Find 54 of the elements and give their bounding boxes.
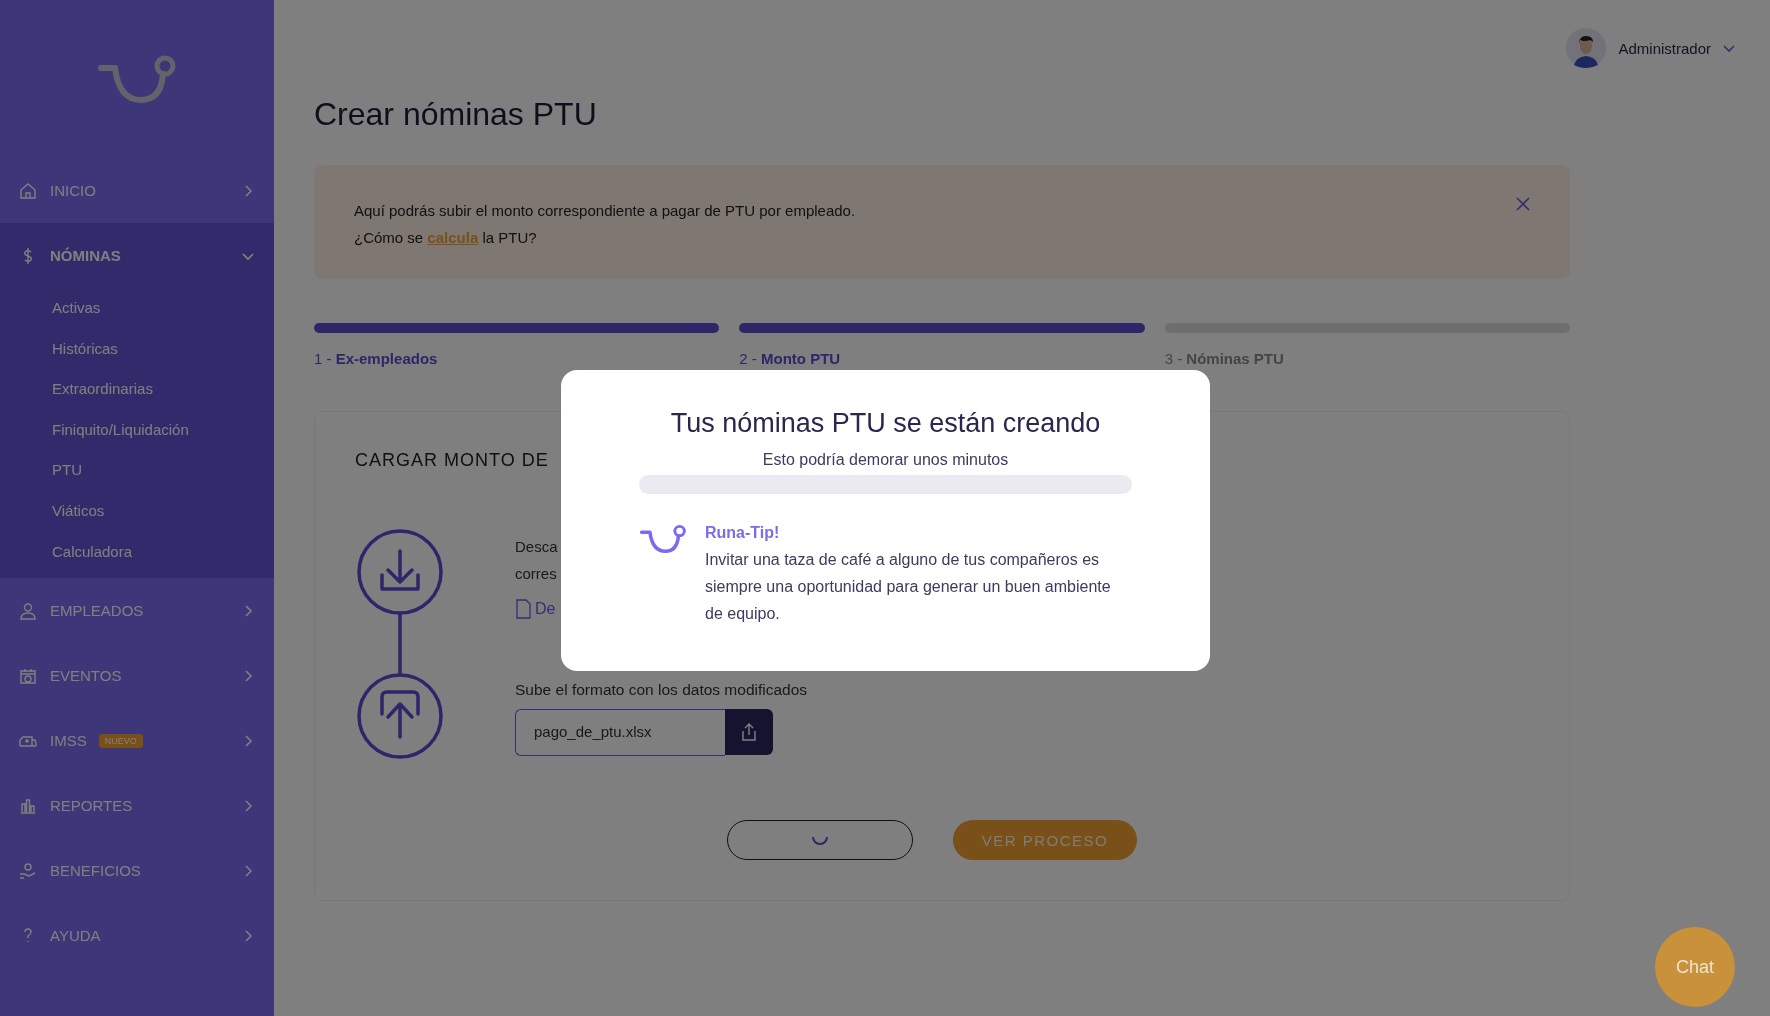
nav-item[interactable]: AYUDA: [0, 903, 274, 969]
nav-item[interactable]: INICIO: [0, 158, 274, 223]
step-label[interactable]: 1 - Ex-empleados: [314, 350, 438, 367]
nav-item[interactable]: EMPLEADOS: [0, 578, 274, 644]
chevron-icon: [242, 669, 254, 682]
chevron-icon: [1723, 42, 1735, 54]
modal-title: Tus nóminas PTU se están creando: [670, 408, 1101, 439]
avatar-icon: [1566, 28, 1607, 68]
submenu-item[interactable]: Históricas: [0, 328, 118, 370]
calculate-link[interactable]: calcula: [427, 229, 479, 246]
submenu-item[interactable]: PTU: [0, 450, 82, 491]
chevron-icon: [242, 929, 254, 942]
modal-subtitle: Esto podría demorar unos minutos: [762, 451, 1009, 469]
chevron-icon: [242, 604, 254, 617]
logo-icon: [639, 524, 687, 556]
nav-item[interactable]: REPORTES: [0, 773, 274, 839]
upload-icon: [740, 722, 758, 742]
chevron-icon: [242, 864, 254, 877]
submenu-item[interactable]: Finiquito/Liquidación: [0, 409, 189, 451]
page-title: Crear nóminas PTU: [314, 96, 598, 133]
chevron-icon: [242, 799, 254, 812]
banner-text: Aquí podrás subir el monto correspondiente a pagar de PTU por empleado.: [354, 201, 856, 221]
step-label[interactable]: 2 - Monto PTU: [739, 350, 841, 367]
user-menu[interactable]: Administrador: [1566, 28, 1735, 68]
tip-title: Runa-Tip!: [705, 524, 780, 542]
upload-button[interactable]: [725, 709, 773, 755]
file-icon: [515, 599, 531, 619]
view-process-button[interactable]: VER PROCESO: [953, 820, 1137, 860]
nav-item[interactable]: EVENTOS: [0, 643, 274, 709]
download-text: Desca: [515, 537, 558, 557]
nav-item[interactable]: BENEFICIOS: [0, 838, 274, 904]
submenu-item[interactable]: Calculadora: [0, 531, 133, 573]
nav-item[interactable]: NÓMINAS: [0, 223, 274, 288]
card-title: CARGAR MONTO DE: [355, 450, 549, 471]
upload-label: Sube el formato con los datos modificados: [515, 681, 808, 699]
submenu-item[interactable]: Viáticos: [0, 490, 105, 532]
new-badge: NUEVO: [98, 733, 143, 748]
chat-button[interactable]: Chat: [1655, 927, 1735, 1007]
download-link[interactable]: De: [535, 600, 556, 618]
spinner-icon: [812, 835, 828, 845]
nav-icon: [18, 180, 38, 201]
chevron-icon: [242, 734, 254, 747]
nav-item[interactable]: IMSS NUEVO: [0, 708, 274, 774]
step-label[interactable]: 3 - Nóminas PTU: [1164, 350, 1284, 367]
file-field[interactable]: pago_de_ptu.xlsx: [515, 709, 725, 756]
submenu-item[interactable]: Extraordinarias: [0, 369, 153, 410]
chevron-icon: [242, 184, 254, 197]
banner-text: ¿Cómo se calcula la PTU?: [354, 228, 538, 248]
nav-icon: [18, 860, 38, 881]
close-icon[interactable]: [1516, 197, 1530, 211]
tip-text: Invitar una taza de café a alguno de tus compañeros es siempre una oportunidad para generar un buen ambiente de equipo.: [705, 550, 1112, 624]
nav-icon: [18, 600, 38, 621]
download-text: corres: [515, 564, 557, 584]
submenu-item[interactable]: Activas: [0, 288, 101, 329]
